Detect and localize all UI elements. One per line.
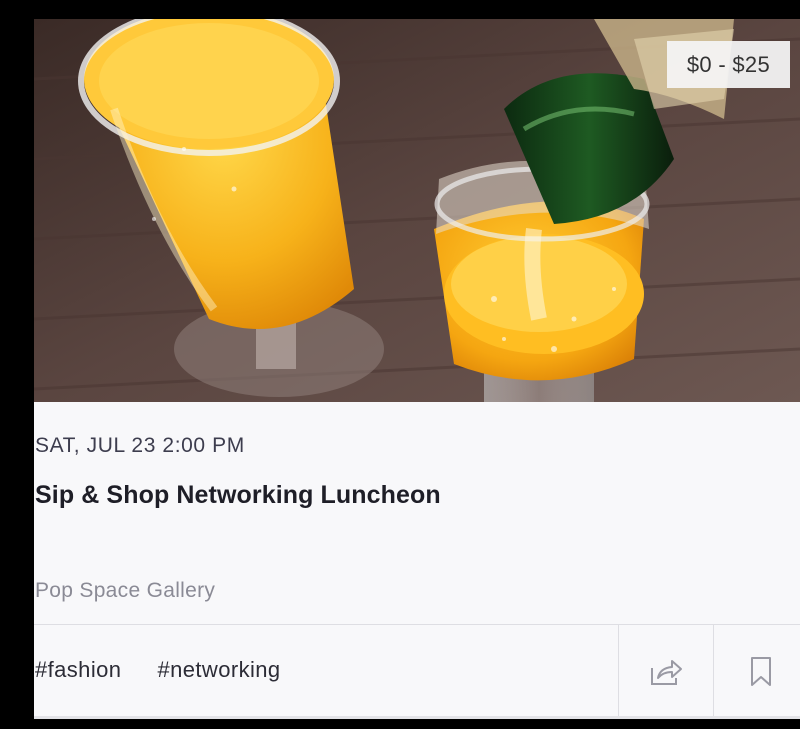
event-date: SAT, JUL 23 2:00 PM	[35, 434, 245, 457]
bookmark-icon	[751, 656, 771, 686]
card-bottom-border	[34, 716, 800, 719]
share-button[interactable]	[619, 625, 713, 718]
price-badge: $0 - $25	[666, 41, 790, 88]
tag-networking[interactable]: #networking	[158, 657, 281, 683]
tag-fashion[interactable]: #fashion	[35, 657, 121, 683]
event-image[interactable]: $0 - $25	[34, 19, 800, 402]
tag-list: #fashion #networking	[35, 657, 311, 683]
bookmark-button[interactable]	[714, 625, 800, 718]
event-venue[interactable]: Pop Space Gallery	[35, 579, 215, 603]
share-icon	[651, 659, 682, 685]
event-title[interactable]: Sip & Shop Networking Luncheon	[35, 481, 441, 510]
event-card[interactable]: $0 - $25	[34, 19, 800, 719]
